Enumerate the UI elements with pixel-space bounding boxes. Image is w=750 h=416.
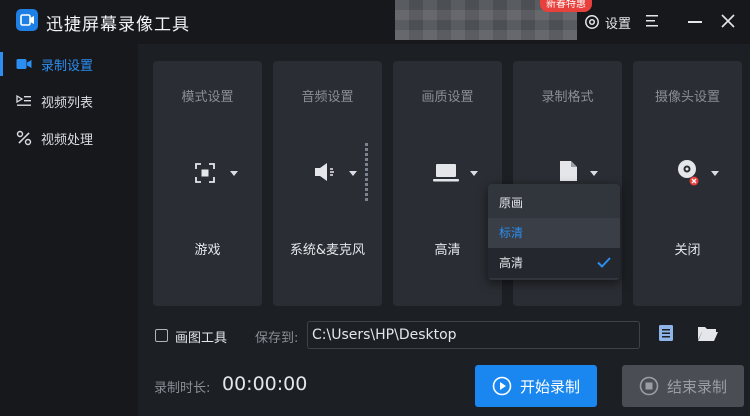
- format-dropdown-arrow[interactable]: [590, 171, 598, 176]
- card-title: 录制格式: [541, 90, 594, 105]
- stop-recording-button[interactable]: 结束录制: [622, 365, 744, 407]
- save-path-field[interactable]: C:\Users\HP\Desktop: [307, 321, 640, 349]
- video-camera-icon: [16, 59, 32, 69]
- duration-value: 00:00:00: [222, 373, 308, 395]
- file-icon: [560, 161, 577, 181]
- sidebar-item-label: 视频列表: [41, 95, 94, 111]
- quality-option-original[interactable]: 原画: [488, 188, 620, 218]
- card-title: 音频设置: [301, 90, 354, 105]
- sidebar-item-record-settings[interactable]: 录制设置: [0, 47, 138, 81]
- quality-option-high-label: 高清: [499, 256, 524, 270]
- start-recording-button[interactable]: 开始录制: [475, 365, 597, 407]
- sidebar-item-video-list[interactable]: 视频列表: [0, 84, 138, 118]
- quality-dropdown-menu: 原画 标清 高清: [488, 184, 620, 280]
- gear-icon: [585, 15, 599, 29]
- video-tools-icon: [16, 130, 32, 146]
- settings-label: 设置: [605, 16, 632, 32]
- video-list-icon: [16, 94, 31, 106]
- app-title: 迅捷屏幕录像工具: [46, 15, 190, 35]
- duration-label: 录制时长:: [154, 381, 211, 396]
- mode-dropdown-arrow[interactable]: [230, 171, 238, 176]
- quality-option-high[interactable]: 高清: [488, 248, 620, 278]
- sidebar-item-video-processing[interactable]: 视频处理: [0, 121, 138, 155]
- mode-value: 游戏: [194, 243, 221, 258]
- card-title: 画质设置: [421, 90, 474, 105]
- sidebar-item-label: 录制设置: [41, 58, 94, 74]
- title-bar: 迅捷屏幕录像工具 新春特惠 设置: [0, 0, 750, 44]
- close-icon[interactable]: [720, 13, 736, 29]
- sidebar: 录制设置 视频列表 视频处理: [0, 44, 138, 416]
- card-title: 摄像头设置: [654, 90, 720, 105]
- monitor-icon: [433, 164, 459, 182]
- draw-tool-checkbox[interactable]: [155, 329, 168, 342]
- checkmark-icon: [597, 257, 611, 268]
- camera-dropdown-arrow[interactable]: [711, 171, 719, 176]
- app-logo: [16, 9, 38, 31]
- folder-open-icon[interactable]: [697, 325, 719, 342]
- play-icon: [492, 376, 512, 396]
- settings-button[interactable]: 设置: [584, 12, 631, 32]
- card-title: 模式设置: [181, 90, 234, 105]
- speaker-icon: [315, 163, 334, 181]
- save-to-label: 保存到:: [255, 331, 299, 346]
- quality-dropdown-arrow[interactable]: [470, 171, 478, 176]
- file-list-icon[interactable]: [658, 324, 674, 342]
- start-recording-label: 开始录制: [519, 377, 580, 396]
- webcam-off-icon: [678, 160, 699, 186]
- quality-settings-card[interactable]: 画质设置 高清: [393, 61, 502, 306]
- menu-icon[interactable]: [646, 14, 660, 28]
- stop-recording-label: 结束录制: [666, 377, 727, 396]
- stop-icon: [639, 376, 659, 396]
- draw-tool-label: 画图工具: [175, 331, 228, 346]
- quality-option-standard[interactable]: 标清: [488, 218, 620, 248]
- audio-value: 系统&麦克风: [289, 243, 366, 258]
- audio-level-meter: [365, 143, 370, 203]
- promo-badge[interactable]: 新春特惠: [540, 0, 592, 12]
- camera-value: 关闭: [674, 243, 701, 258]
- quality-value: 高清: [434, 243, 461, 258]
- sidebar-item-label: 视频处理: [41, 132, 94, 148]
- mode-settings-card[interactable]: 模式设置 游戏: [153, 61, 262, 306]
- minimize-button[interactable]: [688, 21, 702, 23]
- audio-dropdown-arrow[interactable]: [349, 171, 357, 176]
- fullscreen-target-icon: [195, 163, 215, 183]
